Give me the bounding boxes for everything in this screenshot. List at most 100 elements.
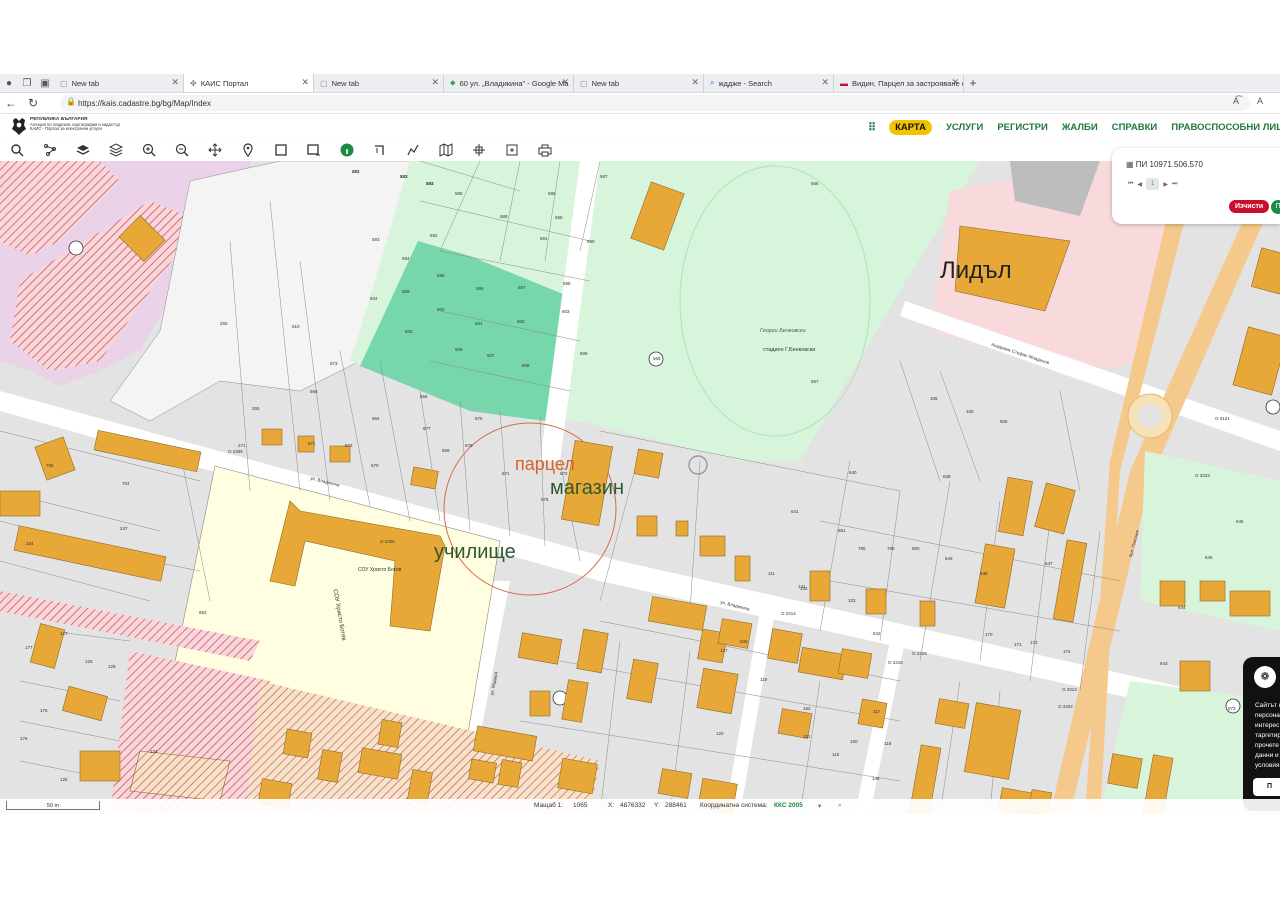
export-icon[interactable]	[495, 139, 528, 161]
building[interactable]	[767, 628, 803, 664]
menu-item-reports[interactable]: СПРАВКИ	[1112, 122, 1158, 133]
tab-new-1[interactable]: ▢ New tab ✕	[54, 74, 184, 92]
tab-vidin-parcel[interactable]: ▬ Видин, Парцел за застрояване с ✕	[834, 74, 964, 92]
building[interactable]	[636, 515, 658, 537]
close-tab-icon[interactable]: ✕	[431, 77, 439, 88]
address-bar-row: ← ↻ 🔒 https://kais.cadastre.bg/bg/Map/In…	[0, 93, 1280, 114]
url-field[interactable]: 🔒 https://kais.cadastre.bg/bg/Map/Index	[60, 95, 1250, 111]
building[interactable]	[837, 648, 873, 679]
menu-item-licensed-persons[interactable]: ПРАВОСПОСОБНИ ЛИЦА	[1171, 122, 1280, 133]
building[interactable]	[497, 759, 523, 788]
menu-item-map[interactable]: КАРТА	[889, 120, 932, 135]
reader-icon[interactable]: A	[1257, 96, 1263, 106]
building[interactable]	[1159, 580, 1186, 607]
close-tab-icon[interactable]: ✕	[691, 77, 699, 88]
cookie-accept-button[interactable]: П	[1253, 778, 1280, 796]
search-icon[interactable]: ⌕	[838, 802, 842, 810]
menu-item-complaints[interactable]: ЖАЛБИ	[1062, 122, 1098, 133]
close-tab-icon[interactable]: ✕	[821, 77, 829, 88]
prev-page-icon[interactable]: ◀	[1137, 181, 1142, 188]
building[interactable]	[865, 588, 887, 615]
measure-icon[interactable]	[33, 139, 66, 161]
tab-google-maps[interactable]: ⬥ 60 ул. „Владикина" - Google Ma ✕	[444, 74, 574, 92]
building[interactable]	[696, 667, 739, 715]
scale-value[interactable]: 1065	[573, 802, 587, 809]
building[interactable]	[934, 698, 970, 729]
clear-button[interactable]: Изчисти	[1229, 200, 1270, 213]
select-area-icon[interactable]	[297, 139, 330, 161]
read-aloud-icon[interactable]: A͡	[1233, 96, 1239, 106]
building[interactable]	[675, 520, 689, 537]
building[interactable]	[0, 490, 41, 517]
building[interactable]	[410, 466, 439, 490]
plot-number: 600	[437, 307, 445, 312]
workspaces-icon[interactable]: ❐	[18, 74, 36, 92]
next-page-icon[interactable]: ▶	[1163, 181, 1168, 188]
tab-new-3[interactable]: ▢ New tab ✕	[574, 74, 704, 92]
close-tab-icon[interactable]: ✕	[561, 77, 569, 88]
green-action-button[interactable]: П	[1271, 200, 1280, 214]
profile-icon[interactable]: ●	[0, 74, 18, 92]
tab-search[interactable]: ⌕ жддже - Search ✕	[704, 74, 834, 92]
menu-item-services[interactable]: УСЛУГИ	[946, 122, 983, 133]
plot-number: 649	[945, 556, 953, 561]
building[interactable]	[557, 757, 598, 795]
layers-icon[interactable]	[66, 139, 99, 161]
crop-icon[interactable]	[363, 139, 396, 161]
building[interactable]	[1199, 580, 1226, 602]
refresh-icon[interactable]: ↻	[22, 96, 44, 110]
building[interactable]	[1107, 753, 1143, 789]
new-tab-button[interactable]: +	[964, 76, 982, 90]
tab-actions-icon[interactable]: ▣	[36, 74, 54, 92]
building[interactable]	[282, 728, 313, 759]
zoom-out-icon[interactable]	[165, 139, 198, 161]
building[interactable]	[261, 428, 283, 446]
search-icon[interactable]	[0, 139, 33, 161]
tab-kais-portal[interactable]: ✤ КАИС Портал ✕	[184, 74, 314, 92]
last-page-icon[interactable]: ⏭	[1172, 181, 1177, 188]
print-icon[interactable]	[528, 139, 561, 161]
page-icon: ▢	[60, 78, 68, 88]
building[interactable]	[919, 600, 936, 627]
info-icon[interactable]	[330, 139, 363, 161]
chevron-down-icon[interactable]: ▾	[818, 802, 821, 810]
building[interactable]	[377, 719, 403, 748]
tab-new-2[interactable]: ▢ New tab ✕	[314, 74, 444, 92]
marker-icon[interactable]	[231, 139, 264, 161]
menu-item-registers[interactable]: РЕГИСТРИ	[997, 122, 1047, 133]
first-page-icon[interactable]: ⏮	[1128, 181, 1133, 188]
coord-system-select[interactable]: ККС 2005	[774, 802, 803, 809]
coat-of-arms-icon[interactable]	[10, 116, 28, 136]
building[interactable]	[529, 690, 551, 717]
building[interactable]	[657, 768, 693, 799]
layers-stack-icon[interactable]	[99, 139, 132, 161]
plot-number: 671	[502, 471, 510, 476]
back-icon[interactable]: ←	[0, 96, 22, 110]
building[interactable]	[79, 750, 121, 782]
building[interactable]	[1179, 660, 1211, 692]
building[interactable]	[633, 448, 664, 479]
building[interactable]	[699, 535, 726, 557]
building[interactable]	[809, 570, 831, 602]
pan-icon[interactable]	[198, 139, 231, 161]
zoom-in-icon[interactable]	[132, 139, 165, 161]
building[interactable]	[329, 445, 351, 463]
map-icon[interactable]	[429, 139, 462, 161]
close-tab-icon[interactable]: ✕	[171, 77, 179, 88]
map-canvas[interactable]	[0, 161, 1280, 814]
building[interactable]	[468, 758, 497, 784]
cadastral-map[interactable]: Лидъл парцел магазин училище СОУ Христо …	[0, 161, 1280, 814]
page-number[interactable]: 1	[1146, 178, 1160, 190]
agency-name[interactable]: РЕПУБЛИКА БЪЛГАРИЯ Агенция по геодезия, …	[30, 117, 120, 132]
plot-number: 593	[372, 237, 380, 242]
building[interactable]	[1229, 590, 1271, 617]
close-tab-icon[interactable]: ✕	[301, 77, 309, 88]
lock-icon[interactable]: 🔒	[66, 97, 76, 106]
draw-icon[interactable]	[396, 139, 429, 161]
building[interactable]	[734, 555, 751, 582]
close-tab-icon[interactable]: ✕	[951, 77, 959, 88]
select-rect-icon[interactable]	[264, 139, 297, 161]
parcel-id[interactable]: ▦ ПИ 10971.506.570	[1126, 160, 1203, 169]
split-icon[interactable]	[462, 139, 495, 161]
apps-grid-icon[interactable]: ⠿	[868, 121, 876, 134]
